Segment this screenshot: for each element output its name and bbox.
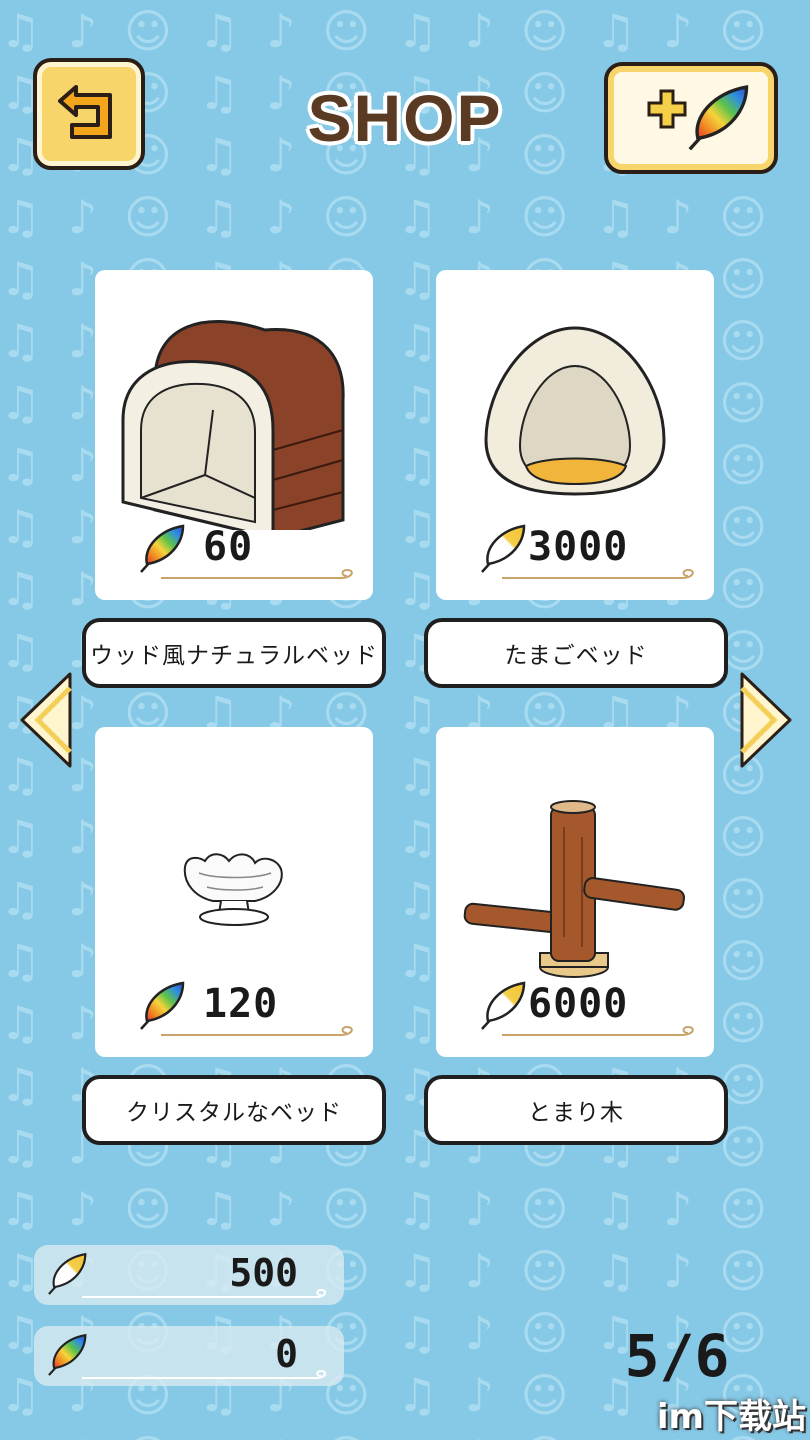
price-underline (161, 568, 353, 579)
item-name-3[interactable]: クリスタルなベッド (82, 1075, 386, 1145)
left-triangle-icon (20, 672, 72, 768)
next-page-button[interactable] (736, 668, 796, 772)
page-title: SHOP (307, 81, 503, 155)
item-name-4[interactable]: とまり木 (424, 1075, 728, 1145)
wooden-tunnel-bed-image (121, 320, 345, 530)
price-underline (502, 568, 694, 579)
item-price: 6000 (528, 981, 629, 1027)
rainbow-feather-balance: 0 (34, 1326, 344, 1386)
item-price: 120 (203, 981, 279, 1027)
balance-underline (82, 1370, 327, 1379)
back-arrow-icon (58, 85, 112, 139)
shop-item-card-3[interactable]: 120 (95, 727, 373, 1057)
page-indicator: 5/6 (624, 1322, 730, 1390)
balance-underline (82, 1289, 327, 1298)
price-underline (502, 1025, 694, 1036)
price-tag: 120 (133, 977, 363, 1037)
right-triangle-icon (740, 672, 792, 768)
yellow-feather-balance: 500 (34, 1245, 344, 1305)
previous-page-button[interactable] (16, 668, 76, 772)
item-price: 60 (203, 524, 254, 570)
background-pattern: ♫ ♪ ☺ ♫ ♪ ☺ ♫ ♪ ☺ ♫ ♪ ☺ ♫ ♪ ☺ ♫ ♪ ☺ ♫ ♪ … (0, 4, 774, 1440)
price-tag: 3000 (474, 520, 704, 580)
item-price: 3000 (528, 524, 629, 570)
shop-item-card-1[interactable]: 60 (95, 270, 373, 600)
item-name-2[interactable]: たまごベッド (424, 618, 728, 688)
wooden-perch-image (463, 800, 685, 978)
price-tag: 6000 (474, 977, 704, 1037)
shop-item-card-4[interactable]: 6000 (436, 727, 714, 1057)
item-name-1[interactable]: ウッド風ナチュラルベッド (82, 618, 386, 688)
add-rainbow-feathers-button[interactable] (604, 62, 778, 174)
crystal-bowl-bed-image (183, 853, 283, 926)
plus-rainbow-feather-icon (647, 85, 749, 151)
price-underline (161, 1025, 353, 1036)
price-tag: 60 (133, 520, 363, 580)
back-button[interactable] (33, 58, 145, 170)
watermark: im下载站 (656, 1397, 806, 1437)
shop-item-card-2[interactable]: 3000 (436, 270, 714, 600)
egg-bed-image (484, 326, 666, 496)
